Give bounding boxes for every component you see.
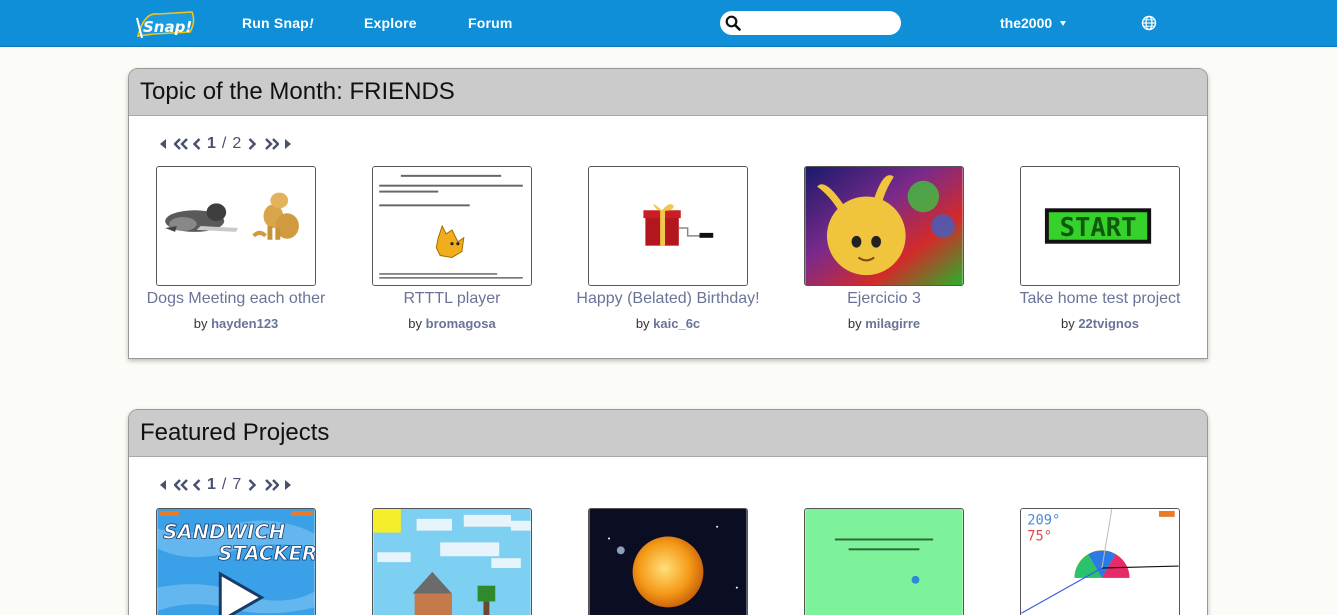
snap-logo[interactable]: Snap!: [134, 8, 198, 40]
angle-2-text: 75°: [1027, 528, 1052, 544]
current-page: 1: [207, 135, 216, 152]
chevron-right-icon: [248, 479, 257, 491]
ejercicio-thumbnail-image: [805, 167, 963, 285]
project-title-link[interactable]: Take home test project: [973, 290, 1207, 308]
first-page-button[interactable]: [159, 136, 168, 152]
caret-left-icon: [160, 480, 166, 490]
back-many-button[interactable]: [172, 136, 190, 152]
sandwich-stacker-thumbnail-image: SANDWICH STACKER: [157, 509, 315, 615]
green-game-thumbnail-image: [805, 509, 963, 615]
double-chevron-right-icon: [265, 479, 280, 491]
project-thumbnail[interactable]: [156, 166, 316, 286]
author-link[interactable]: 22tvignos: [1078, 316, 1139, 331]
start-thumbnail-image: START: [1021, 167, 1179, 285]
back-many-button[interactable]: [172, 477, 190, 493]
project-thumbnail[interactable]: [804, 508, 964, 615]
username-label: the2000: [1000, 15, 1053, 31]
forum-link[interactable]: Forum: [468, 15, 513, 31]
sandwich-text: SANDWICH: [163, 521, 286, 544]
panel-title: Topic of the Month: FRIENDS: [140, 78, 455, 105]
by-label: by: [1060, 316, 1075, 331]
current-page: 1: [207, 476, 216, 493]
angle-1-text: 209°: [1027, 513, 1060, 529]
topic-of-month-panel: Topic of the Month: FRIENDS 1 / 2 Dogs M…: [128, 68, 1208, 359]
first-page-button[interactable]: [159, 477, 168, 493]
project-thumbnail[interactable]: [588, 166, 748, 286]
caret-down-icon: [1060, 20, 1067, 26]
author-link[interactable]: kaic_6c: [653, 316, 700, 331]
double-chevron-right-icon: [265, 138, 280, 150]
chevron-left-icon: [193, 138, 201, 150]
run-snap-suffix: !: [308, 15, 314, 31]
angle-thumbnail-image: 209° 75°: [1021, 509, 1179, 615]
project-thumbnail[interactable]: 209° 75°: [1020, 508, 1180, 615]
run-snap-label: Run Snap: [242, 15, 309, 31]
project-thumbnail[interactable]: START: [1020, 166, 1180, 286]
by-label: by: [193, 316, 208, 331]
search-box[interactable]: [720, 11, 901, 35]
project-thumbnail[interactable]: [372, 508, 532, 615]
author-link[interactable]: hayden123: [211, 316, 278, 331]
explore-link[interactable]: Explore: [364, 15, 417, 31]
stacker-text: STACKER: [218, 542, 315, 565]
panel-header: Topic of the Month: FRIENDS: [129, 69, 1207, 116]
start-text: START: [1060, 213, 1137, 243]
run-snap-link[interactable]: Run Snap!: [242, 15, 314, 31]
chevron-left-icon: [193, 479, 201, 491]
page-separator: /: [221, 135, 227, 152]
total-pages: 7: [232, 476, 242, 493]
by-label: by: [408, 316, 423, 331]
previous-page-button[interactable]: [192, 136, 202, 152]
caret-left-icon: [160, 139, 166, 149]
globe-icon[interactable]: [1141, 15, 1157, 31]
chevron-right-icon: [248, 138, 257, 150]
project-thumbnail[interactable]: [804, 166, 964, 286]
caret-right-icon: [285, 480, 292, 490]
page-separator: /: [221, 476, 227, 493]
project-thumbnail[interactable]: [372, 166, 532, 286]
project-author: by 22tvignos: [973, 316, 1207, 331]
project-thumbnail[interactable]: SANDWICH STACKER: [156, 508, 316, 615]
logo-text: Snap!: [143, 18, 192, 36]
user-menu[interactable]: the2000: [1000, 15, 1067, 31]
previous-page-button[interactable]: [192, 477, 202, 493]
double-chevron-left-icon: [174, 138, 188, 150]
search-icon[interactable]: [725, 15, 741, 31]
double-chevron-left-icon: [174, 479, 188, 491]
top-navbar: Snap! Run Snap! Explore Forum the2000: [0, 0, 1337, 47]
author-link[interactable]: bromagosa: [426, 316, 496, 331]
pagination: 1 / 2: [159, 135, 292, 152]
next-page-button[interactable]: [247, 477, 257, 493]
last-page-button[interactable]: [283, 477, 292, 493]
by-label: by: [635, 316, 650, 331]
by-label: by: [847, 316, 862, 331]
forward-many-button[interactable]: [263, 136, 281, 152]
sun-thumbnail-image: [589, 509, 747, 615]
caret-right-icon: [285, 139, 292, 149]
last-page-button[interactable]: [283, 136, 292, 152]
author-link[interactable]: milagirre: [865, 316, 920, 331]
dogs-thumbnail-image: [157, 167, 315, 285]
panel-title: Featured Projects: [140, 419, 330, 446]
project-thumbnail[interactable]: [588, 508, 748, 615]
gift-thumbnail-image: [589, 167, 747, 285]
search-input[interactable]: [744, 13, 894, 33]
panel-header: Featured Projects: [129, 410, 1207, 457]
blocks-world-thumbnail-image: [373, 509, 531, 615]
forward-many-button[interactable]: [263, 477, 281, 493]
total-pages: 2: [232, 135, 242, 152]
featured-projects-panel: Featured Projects 1 / 7 SANDWICH STACKER…: [128, 409, 1208, 615]
rtttl-thumbnail-image: [373, 167, 531, 285]
next-page-button[interactable]: [247, 136, 257, 152]
pagination: 1 / 7: [159, 476, 292, 493]
